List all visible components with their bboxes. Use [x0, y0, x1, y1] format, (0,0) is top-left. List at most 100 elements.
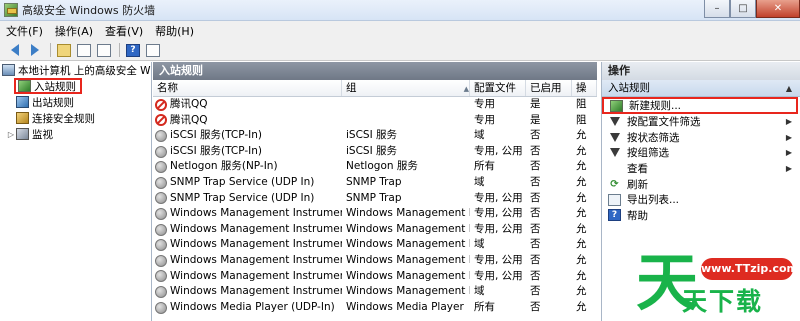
rule-profile: 所有: [474, 160, 495, 173]
rule-enabled: 否: [530, 207, 541, 220]
menu-view[interactable]: 查看(V): [105, 23, 143, 39]
action-item[interactable]: ? 帮助: [602, 208, 800, 224]
disabled-rule-icon: [155, 301, 167, 314]
table-row[interactable]: SNMP Trap Service (UDP In) SNMP Trap 域 否 允: [153, 175, 597, 191]
rule-profile: 域: [474, 238, 485, 251]
window-controls: – □ ✕: [704, 0, 800, 18]
column-group[interactable]: 组 ▲: [342, 80, 470, 96]
menu-file[interactable]: 文件(F): [6, 23, 43, 39]
table-row[interactable]: 腾讯QQ 专用 是 阻: [153, 97, 597, 113]
table-row[interactable]: Windows Media Player (UDP-In) Windows Med…: [153, 300, 597, 316]
rule-name: Windows Management Instrumentati...: [170, 207, 342, 220]
table-row[interactable]: Netlogon 服务(NP-In) Netlogon 服务 所有 否 允: [153, 159, 597, 175]
up-folder-button[interactable]: [55, 42, 73, 59]
table-row[interactable]: Windows Management Instrumentati... Windo…: [153, 222, 597, 238]
window-title: 高级安全 Windows 防火墙: [22, 4, 156, 17]
rule-name-cell: Windows Management Instrumentati...: [153, 237, 342, 253]
outbound-rules-icon: [16, 96, 29, 108]
rule-enabled: 否: [530, 129, 541, 142]
tree-item-outbound-rules[interactable]: 出站规则: [0, 94, 151, 110]
panel-title: 入站规则: [153, 62, 597, 80]
minimize-button[interactable]: –: [704, 0, 730, 18]
table-row[interactable]: iSCSI 服务(TCP-In) iSCSI 服务 专用, 公用否 允: [153, 144, 597, 160]
rule-action: 允: [576, 269, 587, 282]
export-button[interactable]: [95, 42, 113, 59]
rule-group: iSCSI 服务: [346, 144, 398, 157]
submenu-arrow-icon: ▶: [785, 164, 792, 174]
rules-list-panel: 入站规则 名称 组 ▲ 配置文件 已启用 操 腾讯QQ 专用是阻腾讯QQ 专用是阻 i…: [153, 62, 597, 321]
rule-action: 允: [576, 253, 587, 266]
rule-group: iSCSI 服务: [346, 129, 398, 142]
computer-icon: [2, 64, 15, 76]
action-item[interactable]: ⟳ 刷新: [602, 176, 800, 192]
disabled-rule-icon: [155, 145, 167, 158]
tree-root[interactable]: 本地计算机 上的高级安全 Windows 防火墙: [0, 62, 151, 78]
blocked-icon: [155, 98, 167, 111]
column-enabled[interactable]: 已启用: [526, 80, 572, 96]
action-pane-button[interactable]: [144, 42, 162, 59]
rule-profile: 域: [474, 175, 485, 188]
column-group-label: 组: [346, 82, 357, 94]
column-action[interactable]: 操: [572, 80, 597, 96]
tree-item-inbound-rules[interactable]: 入站规则: [14, 78, 82, 94]
tree-item-label: 监视: [32, 128, 53, 141]
table-row[interactable]: Windows Management Instrumentati... Windo…: [153, 253, 597, 269]
tree-item-monitoring[interactable]: ▷ 监视: [0, 126, 151, 142]
action-item[interactable]: 查看 ▶: [602, 161, 800, 177]
forward-button[interactable]: [26, 42, 44, 59]
table-row[interactable]: Windows Management Instrumentati... Windo…: [153, 269, 597, 285]
rule-enabled: 否: [530, 253, 541, 266]
collapse-icon: ▲: [785, 84, 792, 93]
rule-group: Netlogon 服务: [346, 160, 418, 173]
rule-name-cell: SNMP Trap Service (UDP In): [153, 175, 342, 191]
rule-action: 阻: [576, 113, 587, 126]
actions-pane: 操作 入站规则 ▲ 新建规则... 按配置文件筛选 ▶ 按状态筛选 ▶ 按组筛选 ▶ 查看 ▶ ⟳…: [601, 62, 800, 321]
close-button[interactable]: ✕: [756, 0, 800, 18]
back-button[interactable]: [6, 42, 24, 59]
export-list-icon: [97, 43, 111, 57]
expand-arrow-icon[interactable]: ▷: [6, 130, 16, 139]
rule-name-cell: Windows Management Instrumentati...: [153, 269, 342, 285]
rule-group: SNMP Trap: [346, 191, 402, 204]
rule-name: Windows Management Instrumentati...: [170, 253, 342, 266]
menu-action[interactable]: 操作(A): [55, 23, 93, 39]
action-item[interactable]: 按状态筛选 ▶: [602, 130, 800, 146]
export-icon: [608, 193, 621, 206]
rule-profile: 专用, 公用: [474, 222, 523, 235]
forward-arrow-icon: [31, 44, 39, 56]
show-hide-tree-button[interactable]: [75, 42, 93, 59]
action-item[interactable]: 导出列表...: [602, 192, 800, 208]
action-label: 帮助: [627, 209, 648, 222]
action-item[interactable]: 按配置文件筛选 ▶: [602, 114, 800, 130]
table-row[interactable]: 腾讯QQ 专用 是 阻: [153, 113, 597, 129]
action-item[interactable]: 新建规则...: [602, 97, 798, 114]
disabled-rule-icon: [155, 270, 167, 283]
rule-name: Windows Management Instrumentati...: [170, 269, 342, 282]
rule-name: 腾讯QQ: [170, 98, 208, 110]
table-row[interactable]: iSCSI 服务(TCP-In) iSCSI 服务 域 否 允: [153, 128, 597, 144]
table-row[interactable]: SNMP Trap Service (UDP In) SNMP Trap 专用, 公…: [153, 191, 597, 207]
help-button[interactable]: ?: [124, 42, 142, 59]
table-row[interactable]: Windows Management Instrumentati... Windo…: [153, 237, 597, 253]
actions-section-inbound[interactable]: 入站规则 ▲: [602, 80, 800, 97]
column-name[interactable]: 名称: [153, 80, 342, 96]
tree-item-connection-security-rules[interactable]: 连接安全规则: [0, 110, 151, 126]
watermark-text: 天下载: [682, 287, 764, 316]
action-item[interactable]: 按组筛选 ▶: [602, 145, 800, 161]
disabled-rule-icon: [155, 207, 167, 220]
firewall-app-icon: [4, 3, 18, 17]
sort-ascending-icon: ▲: [463, 85, 469, 93]
rule-name: iSCSI 服务(TCP-In): [170, 144, 262, 157]
maximize-button[interactable]: □: [730, 0, 756, 18]
toolbar-divider: [50, 43, 51, 57]
column-profile[interactable]: 配置文件: [470, 80, 526, 96]
table-row[interactable]: Windows Management Instrumentati... Windo…: [153, 284, 597, 300]
disabled-rule-icon: [155, 192, 167, 205]
disabled-rule-icon: [155, 129, 167, 142]
menu-help[interactable]: 帮助(H): [155, 23, 194, 39]
rule-name-cell: Windows Management Instrumentati...: [153, 253, 342, 269]
rule-action: 阻: [576, 98, 587, 110]
rule-name: SNMP Trap Service (UDP In): [170, 191, 315, 204]
rule-name: SNMP Trap Service (UDP In): [170, 175, 315, 188]
table-row[interactable]: Windows Management Instrumentati... Windo…: [153, 206, 597, 222]
